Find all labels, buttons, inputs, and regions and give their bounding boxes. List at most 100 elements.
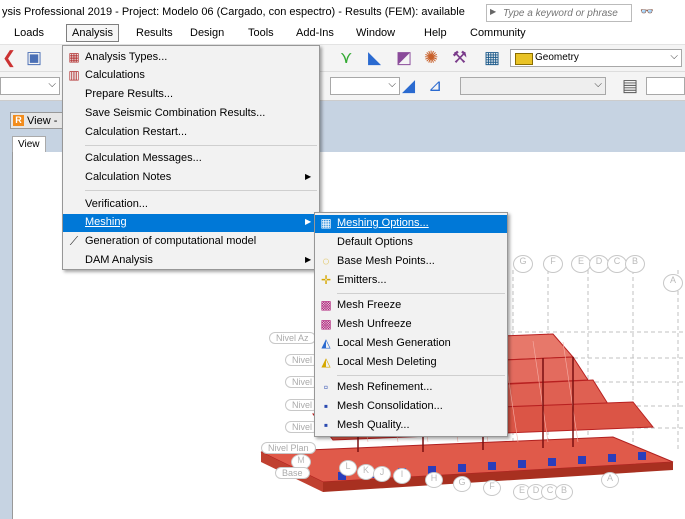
- tool-icon-2[interactable]: ▣: [26, 48, 42, 68]
- tool-icon-1[interactable]: ❮: [2, 48, 16, 68]
- menu-item-mesh-unfreeze[interactable]: ▩ Mesh Unfreeze: [315, 316, 507, 334]
- geometry-icon: [515, 53, 533, 65]
- menu-loads[interactable]: Loads: [14, 27, 44, 39]
- window-title: ysis Professional 2019 - Project: Modelo…: [2, 6, 465, 18]
- search-arrow-icon: ▶: [490, 7, 497, 16]
- menu-add-ins[interactable]: Add-Ins: [296, 27, 334, 39]
- grid-label: J: [373, 466, 391, 482]
- menu-item-mesh-quality[interactable]: ▪ Mesh Quality...: [315, 417, 507, 435]
- menu-separator: [85, 145, 317, 146]
- local-mesh-deleting-icon: ◭: [321, 355, 331, 369]
- calculations-icon: ▥: [68, 68, 80, 82]
- level-label: Nivel Plan: [261, 442, 316, 454]
- view-title-text: View -: [27, 115, 58, 127]
- menu-item-prepare-results[interactable]: Prepare Results...: [63, 86, 319, 104]
- meshing-submenu: ▦ Meshing Options... Default Options ◌ B…: [314, 212, 508, 437]
- grid-label: E: [571, 255, 591, 273]
- menu-item-local-mesh-generation[interactable]: ◭ Local Mesh Generation: [315, 335, 507, 353]
- submenu-arrow-icon: ▶: [305, 255, 312, 264]
- grid-label: F: [483, 480, 501, 496]
- grid-label: F: [543, 255, 563, 273]
- menu-item-generation-computational-model[interactable]: ⟋ Generation of computational model: [63, 233, 319, 251]
- geometry-select-value: Geometry: [535, 52, 579, 63]
- title-bar: ysis Professional 2019 - Project: Modelo…: [0, 0, 685, 24]
- mesh-quality-icon: ▪: [323, 418, 329, 432]
- grid-label: G: [513, 255, 533, 273]
- menu-item-mesh-consolidation[interactable]: ▪ Mesh Consolidation...: [315, 398, 507, 416]
- menu-help[interactable]: Help: [424, 27, 447, 39]
- menu-window[interactable]: Window: [356, 27, 395, 39]
- level-label: Base: [275, 467, 310, 479]
- menu-item-meshing-options[interactable]: ▦ Meshing Options...: [315, 215, 507, 233]
- tool-bar-icon[interactable]: ◣: [368, 48, 381, 68]
- search-box[interactable]: ▶: [486, 4, 632, 22]
- mesh-freeze-icon: ▩: [320, 298, 332, 312]
- toolbar-select-left[interactable]: ⌵: [0, 77, 60, 95]
- binoculars-icon[interactable]: 👓: [640, 5, 654, 18]
- menu-item-default-options[interactable]: Default Options: [315, 234, 507, 252]
- menu-analysis[interactable]: Analysis: [66, 24, 119, 42]
- view-window-title[interactable]: R View -: [10, 112, 66, 129]
- geometry-select[interactable]: Geometry ⌵: [510, 49, 682, 67]
- menu-item-dam-analysis[interactable]: DAM Analysis ▶: [63, 252, 319, 270]
- menu-results[interactable]: Results: [136, 27, 173, 39]
- storey-icon[interactable]: ▤: [622, 76, 638, 96]
- emitters-icon: ✛: [320, 273, 332, 287]
- grid-label: L: [339, 460, 357, 476]
- search-input[interactable]: [501, 5, 631, 21]
- level-label: Nivel Az: [269, 332, 316, 344]
- menu-item-meshing[interactable]: Meshing ▶: [63, 214, 319, 232]
- chevron-down-icon: ⌵: [388, 79, 396, 90]
- grid-label: A: [663, 274, 683, 292]
- grid-label: G: [453, 476, 471, 492]
- menu-bar: Loads Analysis Results Design Tools Add-…: [0, 24, 685, 45]
- menu-separator: [337, 293, 505, 294]
- meshing-options-icon: ▦: [320, 216, 332, 230]
- grid-label: B: [625, 255, 645, 273]
- chevron-down-icon: ⌵: [48, 79, 56, 90]
- menu-community[interactable]: Community: [470, 27, 526, 39]
- chevron-down-icon: ⌵: [670, 51, 678, 62]
- release-icon[interactable]: ⊿: [428, 76, 442, 96]
- view-tab[interactable]: View: [12, 136, 46, 153]
- menu-item-mesh-refinement[interactable]: ▫ Mesh Refinement...: [315, 379, 507, 397]
- toolbar-select-far-right[interactable]: [646, 77, 685, 95]
- local-mesh-generation-icon: ◭: [321, 336, 331, 350]
- tool-table-icon[interactable]: ▦: [484, 48, 500, 68]
- grid-label: B: [555, 484, 573, 500]
- menu-item-local-mesh-deleting[interactable]: ◭ Local Mesh Deleting: [315, 354, 507, 372]
- grid-label: A: [601, 472, 619, 488]
- tool-wrench-icon[interactable]: ⚒: [452, 48, 467, 68]
- menu-item-base-mesh-points[interactable]: ◌ Base Mesh Points...: [315, 253, 507, 271]
- mesh-refinement-icon: ▫: [323, 380, 329, 394]
- analysis-menu: ▦ Analysis Types... ▥ Calculations Prepa…: [62, 45, 320, 270]
- submenu-arrow-icon: ▶: [305, 172, 312, 181]
- toolbar-select-right[interactable]: ⌵: [460, 77, 606, 95]
- grid-label: I: [393, 468, 411, 484]
- menu-item-calculation-restart[interactable]: Calculation Restart...: [63, 124, 319, 142]
- menu-item-analysis-types[interactable]: ▦ Analysis Types...: [63, 49, 319, 67]
- menu-tools[interactable]: Tools: [248, 27, 274, 39]
- grid-label: H: [425, 472, 443, 488]
- submenu-arrow-icon: ▶: [305, 217, 312, 226]
- menu-item-save-seismic[interactable]: Save Seismic Combination Results...: [63, 105, 319, 123]
- menu-item-calculations[interactable]: ▥ Calculations: [63, 67, 319, 85]
- grid-label: D: [589, 255, 609, 273]
- menu-item-mesh-freeze[interactable]: ▩ Mesh Freeze: [315, 297, 507, 315]
- support-icon[interactable]: ◢: [402, 76, 415, 96]
- tool-node-icon[interactable]: ⋎: [340, 48, 352, 68]
- menu-item-calculation-messages[interactable]: Calculation Messages...: [63, 150, 319, 168]
- generation-icon: ⟋: [69, 234, 79, 248]
- robot-app-icon: R: [13, 115, 24, 126]
- menu-design[interactable]: Design: [190, 27, 224, 39]
- menu-item-emitters[interactable]: ✛ Emitters...: [315, 272, 507, 290]
- menu-item-calculation-notes[interactable]: Calculation Notes ▶: [63, 169, 319, 187]
- menu-item-verification[interactable]: Verification...: [63, 196, 319, 214]
- menu-separator: [85, 190, 317, 191]
- tool-panel-icon[interactable]: ◩: [396, 48, 412, 68]
- mesh-unfreeze-icon: ▩: [320, 317, 332, 331]
- analysis-types-icon: ▦: [68, 50, 80, 64]
- toolbar-select-mid[interactable]: ⌵: [330, 77, 400, 95]
- base-mesh-points-icon: ◌: [322, 254, 330, 268]
- tool-load-icon[interactable]: ✺: [424, 48, 438, 68]
